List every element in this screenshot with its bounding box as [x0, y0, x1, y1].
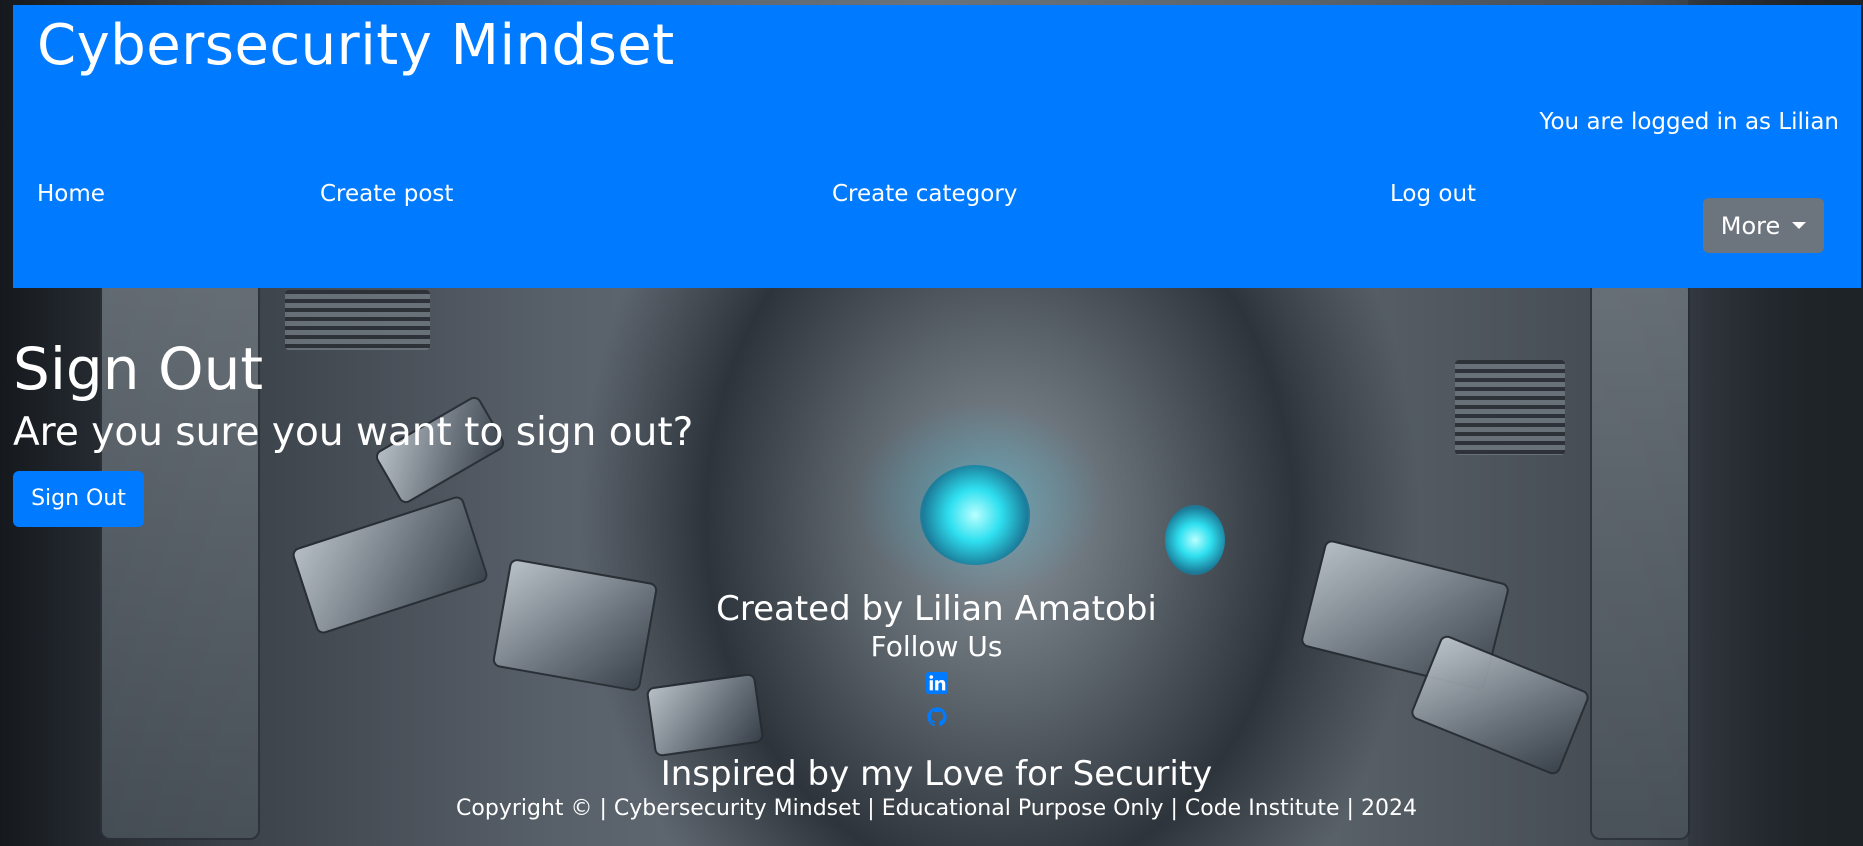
page-title: Sign Out: [13, 335, 264, 403]
footer: Created by Lilian Amatobi Follow Us Insp…: [0, 588, 1863, 824]
caret-down-icon: [1792, 222, 1807, 229]
page-subtitle: Are you sure you want to sign out?: [13, 410, 694, 455]
github-icon[interactable]: [926, 706, 948, 728]
footer-tagline: Inspired by my Love for Security: [660, 754, 1213, 794]
social-links: [0, 672, 1863, 728]
main-content: Sign Out Are you sure you want to sign o…: [13, 340, 693, 527]
copyright-text: Copyright © | Cybersecurity Mindset | Ed…: [456, 796, 1417, 821]
sign-out-button[interactable]: Sign Out: [13, 470, 144, 527]
linkedin-icon[interactable]: [925, 672, 948, 694]
navbar: Cybersecurity Mindset You are logged in …: [13, 5, 1861, 288]
login-status: You are logged in as Lilian: [1539, 109, 1839, 135]
site-brand[interactable]: Cybersecurity Mindset: [37, 13, 675, 78]
follow-us-heading: Follow Us: [870, 630, 1003, 663]
nav-log-out[interactable]: Log out: [1390, 181, 1476, 207]
nav-create-post[interactable]: Create post: [320, 181, 453, 207]
more-label: More: [1720, 211, 1781, 240]
nav-create-category[interactable]: Create category: [832, 181, 1017, 207]
footer-credit: Created by Lilian Amatobi: [716, 589, 1157, 629]
more-dropdown-button[interactable]: More: [1703, 198, 1824, 253]
nav-home[interactable]: Home: [37, 181, 105, 207]
